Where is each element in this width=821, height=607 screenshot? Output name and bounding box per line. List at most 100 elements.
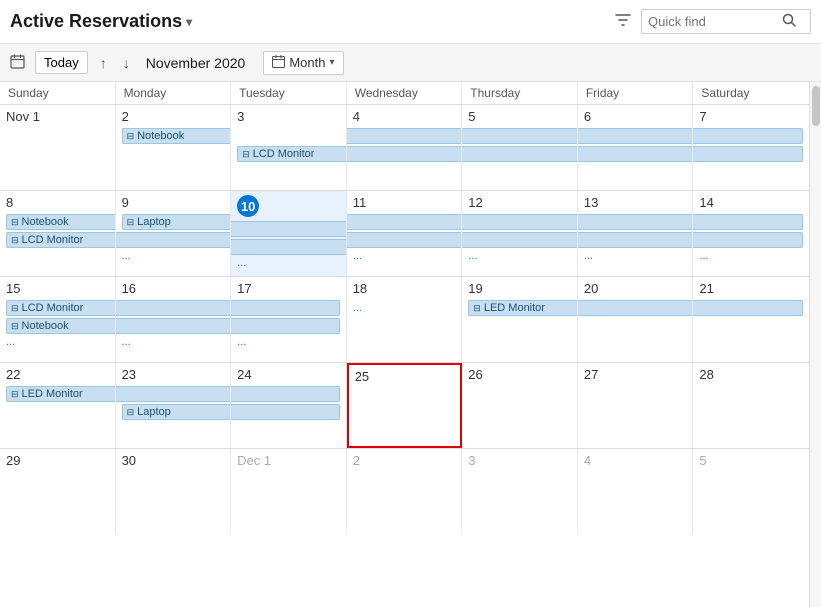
day-number: 7 — [699, 109, 706, 124]
event-bar[interactable] — [231, 386, 340, 402]
event-bar[interactable] — [693, 146, 803, 162]
title-chevron-icon[interactable]: ▾ — [186, 15, 192, 29]
event-bar[interactable]: ⊟ Laptop — [122, 214, 231, 230]
day-cell-other-month[interactable]: Dec 1 — [231, 449, 347, 534]
day-cell[interactable]: 8 ⊟ Notebook ⊟ LCD Monitor — [0, 191, 116, 276]
next-nav-button[interactable]: ↓ — [119, 53, 134, 73]
event-bar[interactable] — [462, 214, 577, 230]
more-events-link[interactable]: ... — [122, 250, 225, 262]
search-box[interactable] — [641, 9, 811, 34]
day-cell[interactable]: 23 ⊟ Laptop — [116, 363, 232, 448]
event-bar[interactable] — [116, 318, 231, 334]
event-bar[interactable] — [347, 232, 462, 248]
event-bar[interactable]: ⊟ Notebook — [6, 214, 115, 230]
day-cell[interactable]: 27 — [578, 363, 694, 448]
page-title: Active Reservations ▾ — [10, 11, 192, 32]
day-cell[interactable]: 11 ... — [347, 191, 463, 276]
day-cell[interactable]: 17 ... — [231, 277, 347, 362]
day-cell[interactable]: 26 — [462, 363, 578, 448]
event-label: LCD Monitor — [22, 302, 84, 314]
day-cell[interactable]: 22 ⊟ LED Monitor — [0, 363, 116, 448]
month-year-label: November 2020 — [146, 55, 246, 71]
day-cell[interactable]: 7 — [693, 105, 809, 190]
event-bar[interactable] — [578, 214, 693, 230]
day-cell[interactable]: 28 — [693, 363, 809, 448]
event-bar[interactable] — [231, 318, 340, 334]
day-cell[interactable]: 14 ... — [693, 191, 809, 276]
event-bar[interactable] — [347, 214, 462, 230]
day-number: 23 — [122, 367, 136, 382]
day-cell[interactable]: 4 — [347, 105, 463, 190]
prev-nav-button[interactable]: ↑ — [96, 53, 111, 73]
event-bar[interactable]: ⊟ Laptop — [122, 404, 231, 420]
day-cell[interactable]: 3 ⊟ LCD Monitor — [231, 105, 347, 190]
day-cell[interactable]: 18 ... — [347, 277, 463, 362]
event-bar[interactable] — [231, 239, 346, 255]
day-cell[interactable]: 29 — [0, 449, 116, 534]
event-bar[interactable] — [693, 214, 803, 230]
day-cell-other-month[interactable]: 3 — [462, 449, 578, 534]
day-cell[interactable]: 16 ... — [116, 277, 232, 362]
day-cell[interactable]: Nov 1 — [0, 105, 116, 190]
event-bar[interactable]: ⊟ LCD Monitor — [6, 232, 115, 248]
event-bar[interactable]: ⊟ Notebook — [122, 128, 231, 144]
day-cell-today[interactable]: 10 ... — [231, 191, 347, 276]
day-cell[interactable]: 12 ... — [462, 191, 578, 276]
day-cell[interactable]: 20 — [578, 277, 694, 362]
view-selector[interactable]: Month ▾ — [263, 51, 343, 75]
event-bar[interactable]: ⊟ LED Monitor — [6, 386, 115, 402]
search-input[interactable] — [648, 14, 778, 29]
filter-icon[interactable] — [615, 12, 631, 32]
event-bar[interactable] — [116, 386, 231, 402]
day-cell[interactable]: 5 — [462, 105, 578, 190]
scrollbar[interactable] — [809, 82, 821, 607]
day-cell[interactable]: 13 ... — [578, 191, 694, 276]
event-bar[interactable] — [578, 232, 693, 248]
event-bar[interactable] — [231, 300, 340, 316]
day-cell-other-month[interactable]: 2 — [347, 449, 463, 534]
day-number: 13 — [584, 195, 598, 210]
event-bar[interactable] — [578, 128, 693, 144]
week-row: 22 ⊟ LED Monitor 23 ⊟ Laptop 24 — [0, 363, 809, 449]
event-bar[interactable]: ⊟ Notebook — [6, 318, 115, 334]
event-bar[interactable] — [578, 146, 693, 162]
more-events-link[interactable]: ... — [353, 250, 456, 262]
day-cell[interactable]: 6 — [578, 105, 694, 190]
event-bar[interactable]: ⊟ LCD Monitor — [6, 300, 115, 316]
day-cell[interactable]: 21 — [693, 277, 809, 362]
event-bar[interactable]: ⊟ LCD Monitor — [237, 146, 346, 162]
event-bar[interactable]: ⊟ LED Monitor — [468, 300, 577, 316]
day-cell-selected[interactable]: 25 — [347, 363, 463, 448]
day-cell[interactable]: 24 — [231, 363, 347, 448]
event-bar[interactable] — [231, 221, 346, 237]
day-cell-other-month[interactable]: 5 — [693, 449, 809, 534]
day-cell-other-month[interactable]: 4 — [578, 449, 694, 534]
today-button[interactable]: Today — [35, 51, 88, 74]
event-bar[interactable] — [116, 300, 231, 316]
event-bar[interactable] — [693, 300, 803, 316]
more-events-link[interactable]: ... — [353, 302, 456, 314]
day-cell[interactable]: 19 ⊟ LED Monitor — [462, 277, 578, 362]
event-bar[interactable] — [693, 128, 803, 144]
event-bar[interactable] — [231, 404, 340, 420]
day-cell[interactable]: 2 ⊟ Notebook — [116, 105, 232, 190]
event-bar[interactable] — [347, 128, 462, 144]
event-bar[interactable] — [462, 146, 577, 162]
event-bar[interactable] — [116, 232, 231, 248]
more-events-link[interactable]: ... — [468, 250, 571, 262]
event-bar[interactable] — [462, 128, 577, 144]
scrollbar-thumb[interactable] — [812, 86, 820, 126]
event-bar[interactable] — [578, 300, 693, 316]
day-cell[interactable]: 9 ⊟ Laptop ... — [116, 191, 232, 276]
day-cell[interactable]: 15 ⊟ LCD Monitor ⊟ Notebook ... — [0, 277, 116, 362]
event-bar[interactable] — [462, 232, 577, 248]
more-events-link[interactable]: ... — [122, 336, 225, 348]
event-bar[interactable] — [693, 232, 803, 248]
more-events-link[interactable]: ... — [237, 336, 340, 348]
more-events-link[interactable]: ... — [237, 257, 340, 269]
day-cell[interactable]: 30 — [116, 449, 232, 534]
more-events-link[interactable]: ... — [699, 250, 803, 262]
more-events-link[interactable]: ... — [6, 336, 109, 348]
more-events-link[interactable]: ... — [584, 250, 687, 262]
event-bar[interactable] — [347, 146, 462, 162]
